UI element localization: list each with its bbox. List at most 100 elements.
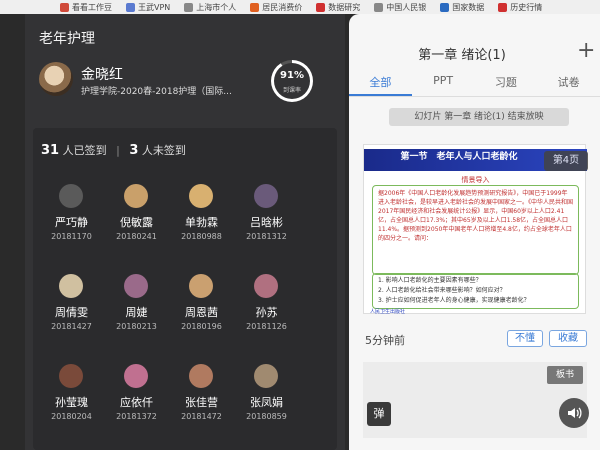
student-card-id: 20181170 [51, 232, 92, 241]
student-card-name: 周恩茜 [185, 306, 218, 319]
bookmark-item[interactable]: 中国人民银 [374, 2, 426, 13]
student-card[interactable]: 严巧静 20181170 [39, 184, 104, 254]
bookmark-item[interactable]: 数据研究 [316, 2, 360, 13]
bookmark-item[interactable]: 王武VPN [126, 2, 170, 13]
slide-question-1: 1. 影响人口老龄化的主要因素有哪些？ [378, 277, 482, 284]
timestamp: 5分钟前 [365, 334, 405, 347]
lesson-panel: 第一章 绪论(1) + 全部 PPT 习题 试卷 幻灯片 第一章 绪论(1) 结束放映… [349, 14, 600, 450]
course-title: 老年护理 [39, 31, 95, 47]
student-card-id: 20181427 [51, 322, 92, 331]
avatar [124, 184, 148, 208]
bookmark-icon [374, 2, 384, 12]
bookmark-icon [60, 2, 69, 12]
student-card-name: 周倩雯 [55, 306, 88, 319]
student-card-name: 张佳营 [185, 396, 218, 409]
bookmark-icon [440, 2, 450, 12]
slide-question-3: 3. 护士应如何促进老年人的身心健康，实现健康老龄化？ [378, 297, 530, 304]
slide-thumbnail[interactable]: 第一节 老年人与人口老龄化 第4页 情景导入 据2006年《中国人口老龄化发展趋… [363, 144, 588, 315]
student-card[interactable]: 周婕 20180213 [104, 274, 169, 344]
signed-count: 31 [41, 143, 60, 158]
student-card[interactable]: 倪敏露 20180241 [104, 184, 169, 254]
student-card[interactable]: 应依仟 20181372 [104, 364, 169, 434]
page-badge: 第4页 [544, 151, 588, 171]
avatar [39, 62, 73, 96]
avatar [254, 184, 278, 208]
bookmark-item[interactable]: 历史行情 [498, 2, 542, 13]
avatar [189, 274, 213, 298]
attendance-label: 到课率 [282, 87, 301, 94]
student-class-info: 护理学院-2020春-2018护理（国际... [81, 87, 232, 97]
blackboard-button[interactable]: 板书 [547, 366, 583, 384]
avatar [254, 274, 278, 298]
tabs-divider [349, 96, 600, 97]
avatar [189, 184, 213, 208]
student-card-name: 倪敏露 [120, 216, 153, 229]
student-card-id: 20181472 [181, 412, 222, 421]
slide-questions: 1. 影响人口老龄化的主要因素有哪些？ 2. 人口老龄化给社会带来哪些影响？如何… [372, 273, 579, 309]
student-card[interactable]: 孙苏 20181126 [234, 274, 299, 344]
tab-item[interactable]: PPT [412, 74, 475, 96]
bookmark-label: 历史行情 [510, 2, 543, 12]
danmu-button[interactable]: 弹 [367, 402, 391, 426]
bookmark-label: 看看工作豆 [72, 2, 112, 12]
student-card-name: 单勃霖 [185, 216, 218, 229]
avatar [59, 364, 83, 388]
course-panel: 老年护理 金晓红 护理学院-2020春-2018护理（国际... 91% 到课率… [25, 14, 345, 450]
tab-item[interactable]: 试卷 [537, 74, 600, 96]
bookmarks-bar: 看看工作豆 王武VPN 上海市个人 居民消费价 数据研究 中国人民银 国家数据 历史行情 [0, 0, 600, 14]
bookmark-icon [498, 2, 508, 12]
summary-divider: | [116, 144, 120, 157]
student-name: 金晓红 [81, 67, 123, 83]
bookmark-icon [316, 2, 326, 12]
student-card-id: 20181372 [116, 412, 157, 421]
student-card-name: 孙苏 [255, 306, 278, 319]
tab-item[interactable]: 习题 [475, 74, 538, 96]
bookmark-item[interactable]: 看看工作豆 [60, 2, 112, 13]
favorite-button[interactable]: 收藏 [549, 330, 587, 347]
bookmark-item[interactable]: 居民消费价 [250, 2, 302, 13]
student-card[interactable]: 孙莹瑰 20180204 [39, 364, 104, 434]
bookmark-label: 中国人民银 [386, 2, 427, 12]
chapter-title: 第一章 绪论(1) [418, 48, 506, 63]
content-tabs: 全部 PPT 习题 试卷 [349, 74, 600, 96]
slide-question-2: 2. 人口老龄化给社会带来哪些影响？如何应对？ [378, 287, 506, 294]
unsigned-count: 3 [129, 143, 139, 158]
avatar [59, 274, 83, 298]
unsigned-label[interactable]: 人未签到 [142, 144, 186, 157]
speaker-icon [568, 407, 582, 419]
bookmark-item[interactable]: 国家数据 [440, 2, 484, 13]
add-button[interactable]: + [577, 40, 595, 62]
slide-footer: 人民卫生出版社 [370, 309, 406, 315]
bookmark-item[interactable]: 上海市个人 [184, 2, 236, 13]
bookmark-icon [184, 2, 194, 12]
student-card[interactable]: 张凤娟 20180859 [234, 364, 299, 434]
student-card[interactable]: 张佳营 20181472 [169, 364, 234, 434]
student-card-name: 吕晗彬 [250, 216, 283, 229]
student-card[interactable]: 吕晗彬 20181312 [234, 184, 299, 254]
student-card-id: 20180988 [181, 232, 222, 241]
avatar [254, 364, 278, 388]
slide-body-text: 据2006年《中国人口老龄化发展趋势预测研究报告》，中国已于1999年进入老龄社… [372, 185, 579, 275]
student-card-id: 20180213 [116, 322, 157, 331]
signed-label[interactable]: 人已签到 [63, 144, 107, 157]
avatar [124, 364, 148, 388]
student-card-id: 20181126 [246, 322, 287, 331]
bookmark-label: 王武VPN [138, 2, 171, 12]
student-card[interactable]: 周恩茜 20180196 [169, 274, 234, 344]
bookmark-label: 国家数据 [452, 2, 485, 12]
student-card-id: 20180241 [116, 232, 157, 241]
student-card-id: 20180196 [181, 322, 222, 331]
student-card-id: 20180204 [51, 412, 92, 421]
student-grid: 严巧静 20181170 倪敏露 20180241 单勃霖 20180988 吕晗彬 2018… [39, 184, 331, 434]
student-card[interactable]: 周倩雯 20181427 [39, 274, 104, 344]
tab-item[interactable]: 全部 [349, 74, 412, 96]
bookmark-label: 上海市个人 [196, 2, 237, 12]
student-card-id: 20181312 [246, 232, 287, 241]
student-card[interactable]: 单勃霖 20180988 [169, 184, 234, 254]
dont-understand-button[interactable]: 不懂 [507, 330, 543, 347]
student-card-name: 应依仟 [120, 396, 153, 409]
volume-button[interactable] [559, 398, 589, 428]
slide-subtitle: 情景导入 [461, 176, 490, 184]
student-card-name: 周婕 [125, 306, 148, 319]
student-card-name: 张凤娟 [250, 396, 283, 409]
